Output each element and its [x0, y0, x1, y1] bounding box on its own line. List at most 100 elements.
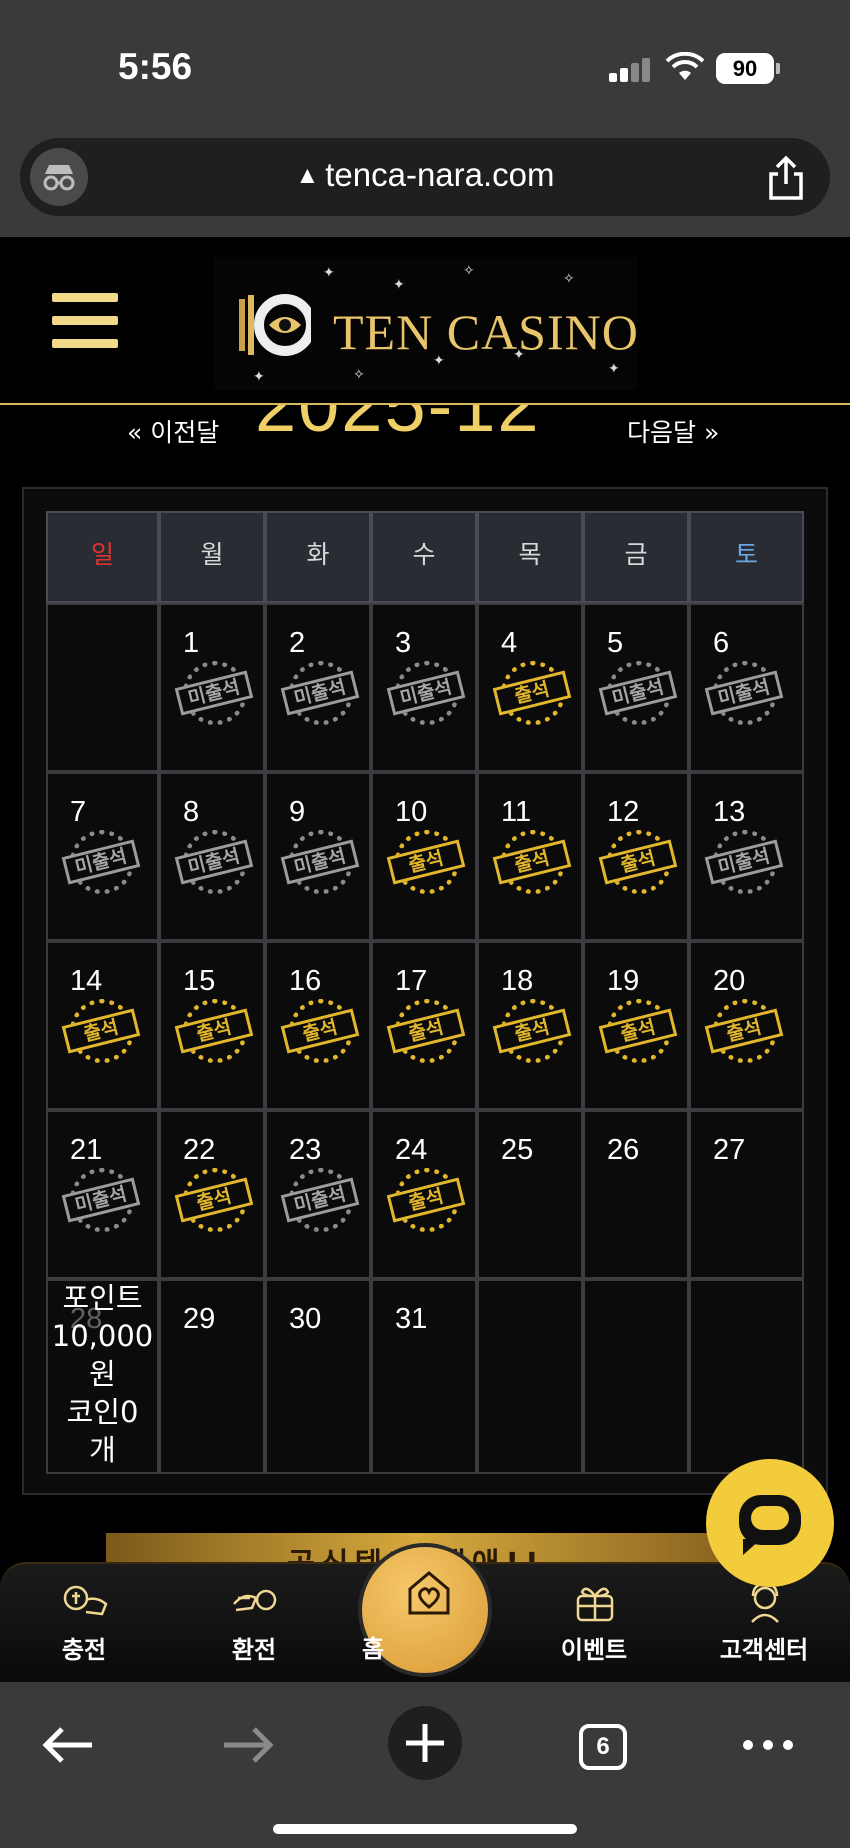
day-number: 3 [395, 627, 412, 659]
calendar-day-cell: 27 [689, 1110, 804, 1279]
calendar-day-cell: 30 [265, 1279, 371, 1474]
day-number: 25 [501, 1134, 534, 1166]
weekday-header: 토 [689, 511, 804, 603]
day-number: 12 [607, 796, 640, 828]
share-icon[interactable] [766, 156, 806, 200]
weekday-header: 월 [159, 511, 265, 603]
attendance-stamp-present: 출석 [704, 995, 784, 1073]
chat-bubble-icon [739, 1495, 801, 1555]
attendance-stamp-present: 출석 [174, 1164, 254, 1242]
attendance-stamp-present: 출석 [492, 657, 572, 735]
day-number: 14 [70, 965, 103, 997]
next-month-link[interactable]: 다음달 » [627, 413, 719, 449]
day-number: 23 [289, 1134, 322, 1166]
attendance-stamp-absent: 미출석 [598, 657, 678, 735]
nav-label: 이벤트 [560, 1636, 628, 1664]
day-number: 13 [713, 796, 746, 828]
reward-line: 원 [89, 1357, 116, 1391]
home-indicator [273, 1824, 577, 1834]
calendar-day-cell: 19 출석 [583, 941, 689, 1110]
day-number: 19 [607, 965, 640, 997]
calendar-day-cell: 3 미출석 [371, 603, 477, 772]
calendar-day-cell: 12 출석 [583, 772, 689, 941]
calendar-day-cell: 20 출석 [689, 941, 804, 1110]
url-text[interactable]: ▲ tenca-nara.com [20, 156, 830, 194]
attendance-stamp-present: 출석 [598, 995, 678, 1073]
day-number: 22 [183, 1134, 216, 1166]
weekday-header: 수 [371, 511, 477, 603]
day-number: 11 [501, 796, 532, 828]
chat-button[interactable] [706, 1459, 834, 1587]
day-number: 21 [70, 1134, 103, 1166]
back-arrow-icon[interactable] [38, 1720, 98, 1770]
day-number: 8 [183, 796, 200, 828]
weekday-header: 화 [265, 511, 371, 603]
day-number: 16 [289, 965, 322, 997]
attendance-stamp-present: 출석 [386, 1164, 466, 1242]
calendar-day-cell: 17 출석 [371, 941, 477, 1110]
calendar-day-cell: 14 출석 [46, 941, 159, 1110]
calendar-day-cell: 6 미출석 [689, 603, 804, 772]
site-logo[interactable]: TEN CASINO ✦ ✦ ✧ ✦ ✧ ✦ ✧ ✦ ✦ [213, 257, 637, 390]
calendar-day-cell: 25 [477, 1110, 583, 1279]
calendar-day-cell: 15 출석 [159, 941, 265, 1110]
attendance-stamp-absent: 미출석 [386, 657, 466, 735]
day-number: 31 [395, 1303, 428, 1335]
hamburger-icon[interactable] [52, 293, 118, 349]
calendar-day-cell: 2 미출석 [265, 603, 371, 772]
nav-label: 고객센터 [719, 1636, 809, 1664]
nav-event[interactable]: 이벤트 [534, 1564, 654, 1684]
reward-line: 포인트 [62, 1281, 143, 1315]
day-number: 5 [607, 627, 624, 659]
calendar-day-cell: 9 미출석 [265, 772, 371, 941]
attendance-stamp-present: 출석 [280, 995, 360, 1073]
attendance-stamp-present: 출석 [386, 826, 466, 904]
attendance-calendar: 일 월 화 수 목 금 토 1 미출석 2 미출석 3 미출석 4 출석 5 미출석 6 미출석 7 미출석 8 미출석 9 미… [22, 487, 828, 1495]
calendar-day-cell: 26 [583, 1110, 689, 1279]
calendar-day-cell: 8 미출석 [159, 772, 265, 941]
browser-toolbar: 6 [0, 1682, 850, 1848]
weekday-header: 목 [477, 511, 583, 603]
home-heart-icon [408, 1571, 450, 1615]
attendance-stamp-absent: 미출석 [61, 826, 141, 904]
new-tab-button[interactable] [388, 1706, 462, 1780]
day-number: 10 [395, 796, 428, 828]
day-number: 20 [713, 965, 746, 997]
prev-month-link[interactable]: « 이전달 [127, 413, 219, 449]
day-number: 6 [713, 627, 730, 659]
nav-home-button[interactable]: 홈 [358, 1543, 492, 1677]
calendar-empty-cell [689, 1279, 804, 1474]
calendar-day-cell: 24 출석 [371, 1110, 477, 1279]
reward-line: 코인0 [66, 1395, 139, 1429]
calendar-day-cell: 21 미출석 [46, 1110, 159, 1279]
reward-line: 10,000 [51, 1319, 154, 1353]
calendar-day-cell: 23 미출석 [265, 1110, 371, 1279]
reward-line: 개 [89, 1433, 116, 1467]
attendance-stamp-absent: 미출석 [280, 657, 360, 735]
address-bar[interactable]: ▲ tenca-nara.com [20, 138, 830, 216]
weekday-header: 일 [46, 511, 159, 603]
warning-triangle-icon: ▲ [295, 162, 320, 189]
forward-arrow-icon[interactable] [218, 1720, 278, 1770]
nav-deposit[interactable]: 충전 [24, 1564, 144, 1684]
calendar-day-cell: 7 미출석 [46, 772, 159, 941]
url-label: tenca-nara.com [325, 156, 555, 193]
more-icon[interactable] [738, 1720, 798, 1770]
attendance-stamp-present: 출석 [492, 995, 572, 1073]
calendar-empty-cell [46, 603, 159, 772]
calendar-day-cell: 11 출석 [477, 772, 583, 941]
calendar-day-cell: 1 미출석 [159, 603, 265, 772]
attendance-stamp-present: 출석 [174, 995, 254, 1073]
nav-withdraw[interactable]: 환전 [194, 1564, 314, 1684]
day-number: 7 [70, 796, 87, 828]
calendar-empty-cell [583, 1279, 689, 1474]
tabs-count-button[interactable]: 6 [579, 1724, 627, 1770]
site-header: TEN CASINO ✦ ✦ ✧ ✦ ✧ ✦ ✧ ✦ ✦ [0, 237, 850, 405]
day-number: 4 [501, 627, 518, 659]
gift-icon [576, 1587, 614, 1622]
attendance-stamp-absent: 미출석 [704, 826, 784, 904]
day-number: 27 [713, 1134, 746, 1166]
attendance-stamp-present: 출석 [61, 995, 141, 1073]
calendar-day-cell: 18 출석 [477, 941, 583, 1110]
month-navigation: 2025-12 « 이전달 다음달 » [0, 405, 850, 450]
